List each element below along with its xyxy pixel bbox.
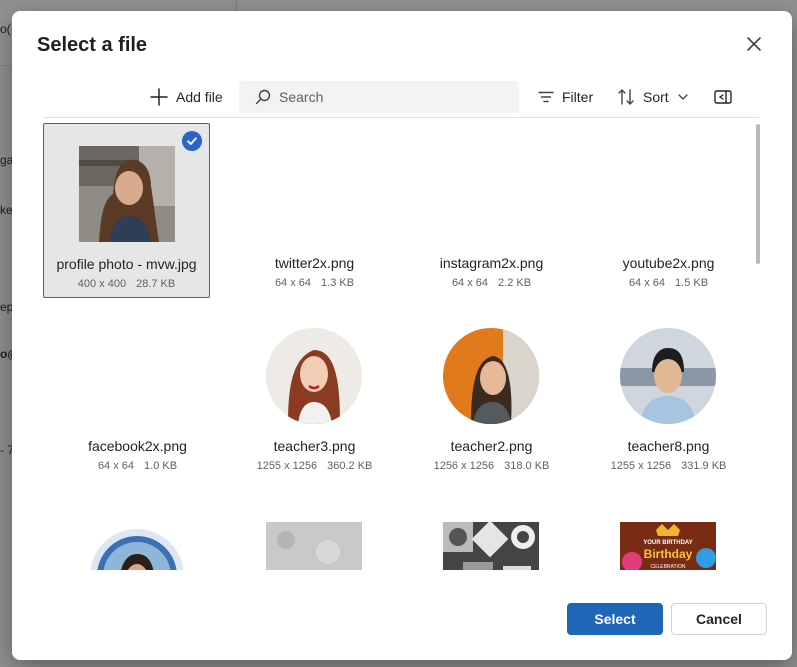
sort-label: Sort — [643, 89, 669, 105]
file-thumbnail — [266, 328, 362, 424]
sort-button[interactable]: Sort — [617, 81, 689, 113]
file-size: 360.2 KB — [327, 460, 373, 472]
add-file-button[interactable]: Add file — [150, 81, 223, 113]
dialog-title: Select a file — [37, 34, 148, 56]
search-input[interactable] — [279, 89, 509, 105]
file-dimensions: 64 x 64 — [274, 277, 312, 289]
file-dimensions: 64 x 64 — [97, 460, 135, 472]
file-dimensions: 1255 x 1256 — [610, 460, 672, 472]
cancel-button[interactable]: Cancel — [671, 603, 767, 635]
file-thumbnail — [89, 528, 185, 570]
select-button[interactable]: Select — [567, 603, 663, 635]
file-thumbnail — [443, 328, 539, 424]
file-thumbnail — [266, 522, 362, 570]
file-tile[interactable] — [408, 506, 575, 570]
add-icon — [150, 88, 168, 106]
close-icon — [747, 37, 761, 51]
scrollbar-thumb[interactable] — [756, 124, 760, 264]
thumbnail-text: Birthday — [644, 547, 693, 561]
filter-label: Filter — [562, 89, 594, 105]
file-meta: 1255 x 1256 360.2 KB — [231, 460, 398, 472]
file-dimensions: 64 x 64 — [451, 277, 489, 289]
file-meta: 64 x 64 2.2 KB — [408, 277, 575, 289]
file-tile[interactable]: youtube2x.png 64 x 64 1.5 KB — [585, 123, 752, 298]
file-name: facebook2x.png — [88, 438, 187, 454]
panel-toggle-button[interactable] — [714, 81, 732, 113]
file-meta: 1256 x 1256 318.0 KB — [408, 460, 575, 472]
file-name: teacher8.png — [627, 438, 710, 454]
close-button[interactable] — [743, 33, 765, 55]
file-size: 28.7 KB — [136, 278, 176, 290]
file-tile[interactable]: profile photo - mvw.jpg 400 x 400 28.7 KB — [43, 123, 210, 298]
scrollbar[interactable] — [755, 124, 761, 569]
file-thumbnail — [620, 328, 716, 424]
file-name: instagram2x.png — [439, 255, 544, 271]
file-tile[interactable]: teacher8.png 1255 x 1256 331.9 KB — [585, 306, 752, 481]
file-grid: profile photo - mvw.jpg 400 x 400 28.7 KB… — [43, 122, 755, 570]
file-size: 1.3 KB — [321, 277, 355, 289]
file-thumbnail: YOUR BIRTHDAY Birthday CELEBRATION — [620, 522, 716, 570]
file-tile[interactable]: facebook2x.png 64 x 64 1.0 KB — [54, 306, 221, 481]
search-icon — [255, 89, 271, 105]
file-name: teacher3.png — [273, 438, 356, 454]
file-meta: 64 x 64 1.0 KB — [54, 460, 221, 472]
file-tile[interactable] — [54, 506, 221, 570]
file-size: 1.5 KB — [675, 277, 709, 289]
file-name: twitter2x.png — [274, 255, 355, 271]
filter-icon — [538, 91, 554, 103]
file-size: 331.9 KB — [681, 460, 727, 472]
sort-icon — [618, 89, 634, 105]
add-file-label: Add file — [176, 89, 223, 105]
checkmark-icon — [182, 131, 202, 151]
chevron-down-icon — [678, 94, 688, 100]
file-thumbnail — [79, 146, 175, 242]
file-meta: 400 x 400 28.7 KB — [44, 278, 209, 290]
search-box[interactable] — [239, 81, 519, 113]
select-file-dialog: Select a file Add file Filter — [12, 11, 792, 660]
filter-button[interactable]: Filter — [538, 81, 593, 113]
panel-toggle-icon — [714, 90, 732, 104]
toolbar: Add file Filter Sort — [12, 81, 792, 113]
file-tile[interactable]: instagram2x.png 64 x 64 2.2 KB — [408, 123, 575, 298]
file-dimensions: 64 x 64 — [628, 277, 666, 289]
file-name: profile photo - mvw.jpg — [56, 256, 197, 272]
file-meta: 64 x 64 1.5 KB — [585, 277, 752, 289]
file-meta: 64 x 64 1.3 KB — [231, 277, 398, 289]
toolbar-divider — [43, 117, 759, 118]
file-tile[interactable]: teacher2.png 1256 x 1256 318.0 KB — [408, 306, 575, 481]
file-tile[interactable]: YOUR BIRTHDAY Birthday CELEBRATION — [585, 506, 752, 570]
file-size: 318.0 KB — [504, 460, 550, 472]
file-dimensions: 400 x 400 — [77, 278, 127, 290]
file-name: youtube2x.png — [622, 255, 715, 271]
thumbnail-text: YOUR BIRTHDAY — [643, 540, 692, 546]
file-meta: 1255 x 1256 331.9 KB — [585, 460, 752, 472]
file-thumbnail — [443, 522, 539, 570]
file-tile[interactable] — [231, 506, 398, 570]
file-dimensions: 1255 x 1256 — [256, 460, 318, 472]
file-size: 1.0 KB — [144, 460, 178, 472]
file-dimensions: 1256 x 1256 — [433, 460, 495, 472]
file-size: 2.2 KB — [498, 277, 532, 289]
file-name: teacher2.png — [450, 438, 533, 454]
file-tile[interactable]: twitter2x.png 64 x 64 1.3 KB — [231, 123, 398, 298]
thumbnail-text: CELEBRATION — [651, 564, 686, 570]
file-tile[interactable]: teacher3.png 1255 x 1256 360.2 KB — [231, 306, 398, 481]
